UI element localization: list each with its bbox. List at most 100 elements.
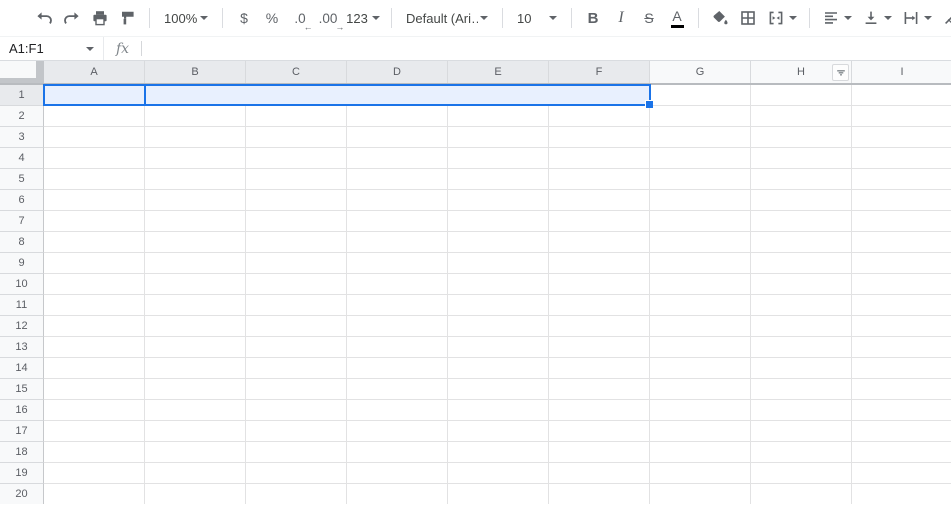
cell-A20[interactable]: [44, 484, 145, 504]
cell-G13[interactable]: [650, 337, 751, 358]
cell-E5[interactable]: [448, 169, 549, 190]
cell-D16[interactable]: [347, 400, 448, 421]
cell-G2[interactable]: [650, 106, 751, 127]
cell-H19[interactable]: [751, 463, 852, 484]
cell-G9[interactable]: [650, 253, 751, 274]
cell-C20[interactable]: [246, 484, 347, 504]
cell-E3[interactable]: [448, 127, 549, 148]
cell-C13[interactable]: [246, 337, 347, 358]
cell-F11[interactable]: [549, 295, 650, 316]
column-dropdown-button[interactable]: [832, 64, 849, 81]
cell-A4[interactable]: [44, 148, 145, 169]
text-wrap-button[interactable]: [897, 4, 937, 32]
row-header-14[interactable]: 14: [0, 358, 44, 379]
cell-F17[interactable]: [549, 421, 650, 442]
print-button[interactable]: [86, 4, 114, 32]
cell-G15[interactable]: [650, 379, 751, 400]
cell-H1[interactable]: [751, 85, 852, 106]
cell-C19[interactable]: [246, 463, 347, 484]
cell-A19[interactable]: [44, 463, 145, 484]
fill-color-button[interactable]: [706, 4, 734, 32]
row-header-8[interactable]: 8: [0, 232, 44, 253]
cell-H15[interactable]: [751, 379, 852, 400]
cell-H16[interactable]: [751, 400, 852, 421]
cell-I14[interactable]: [852, 358, 951, 379]
cell-F10[interactable]: [549, 274, 650, 295]
cell-C7[interactable]: [246, 211, 347, 232]
cell-B5[interactable]: [145, 169, 246, 190]
cell-G8[interactable]: [650, 232, 751, 253]
cell-D20[interactable]: [347, 484, 448, 504]
cell-H10[interactable]: [751, 274, 852, 295]
cell-H2[interactable]: [751, 106, 852, 127]
cell-A9[interactable]: [44, 253, 145, 274]
cell-I8[interactable]: [852, 232, 951, 253]
cell-B17[interactable]: [145, 421, 246, 442]
cell-I11[interactable]: [852, 295, 951, 316]
cell-E17[interactable]: [448, 421, 549, 442]
cell-A2[interactable]: [44, 106, 145, 127]
cell-H3[interactable]: [751, 127, 852, 148]
select-all-corner[interactable]: [0, 61, 44, 83]
row-header-16[interactable]: 16: [0, 400, 44, 421]
cell-H6[interactable]: [751, 190, 852, 211]
cell-G4[interactable]: [650, 148, 751, 169]
cell-G1[interactable]: [650, 85, 751, 106]
cell-G10[interactable]: [650, 274, 751, 295]
cell-B12[interactable]: [145, 316, 246, 337]
cell-B7[interactable]: [145, 211, 246, 232]
column-header-I[interactable]: I: [852, 61, 951, 83]
decrease-decimal-button[interactable]: .0 ←: [286, 4, 314, 32]
format-currency-button[interactable]: $: [230, 4, 258, 32]
undo-button[interactable]: [30, 4, 58, 32]
cell-G5[interactable]: [650, 169, 751, 190]
cell-A13[interactable]: [44, 337, 145, 358]
cell-B2[interactable]: [145, 106, 246, 127]
cell-I3[interactable]: [852, 127, 951, 148]
cell-C16[interactable]: [246, 400, 347, 421]
cell-G14[interactable]: [650, 358, 751, 379]
cell-G3[interactable]: [650, 127, 751, 148]
row-header-9[interactable]: 9: [0, 253, 44, 274]
horizontal-align-button[interactable]: [817, 4, 857, 32]
cell-I6[interactable]: [852, 190, 951, 211]
row-header-13[interactable]: 13: [0, 337, 44, 358]
cell-H18[interactable]: [751, 442, 852, 463]
font-select[interactable]: Default (Ari…: [399, 4, 495, 32]
cell-D10[interactable]: [347, 274, 448, 295]
zoom-select[interactable]: 100%: [157, 4, 215, 32]
row-header-5[interactable]: 5: [0, 169, 44, 190]
cell-B15[interactable]: [145, 379, 246, 400]
cell-D9[interactable]: [347, 253, 448, 274]
cell-G7[interactable]: [650, 211, 751, 232]
cell-C4[interactable]: [246, 148, 347, 169]
cell-C2[interactable]: [246, 106, 347, 127]
cell-D8[interactable]: [347, 232, 448, 253]
cell-B14[interactable]: [145, 358, 246, 379]
cell-D14[interactable]: [347, 358, 448, 379]
cell-A3[interactable]: [44, 127, 145, 148]
cell-F19[interactable]: [549, 463, 650, 484]
row-header-2[interactable]: 2: [0, 106, 44, 127]
cell-A5[interactable]: [44, 169, 145, 190]
cell-H17[interactable]: [751, 421, 852, 442]
cell-A14[interactable]: [44, 358, 145, 379]
cell-H14[interactable]: [751, 358, 852, 379]
cell-D13[interactable]: [347, 337, 448, 358]
cell-E13[interactable]: [448, 337, 549, 358]
cell-I20[interactable]: [852, 484, 951, 504]
row-header-17[interactable]: 17: [0, 421, 44, 442]
cell-B10[interactable]: [145, 274, 246, 295]
row-header-7[interactable]: 7: [0, 211, 44, 232]
cell-A12[interactable]: [44, 316, 145, 337]
cell-H9[interactable]: [751, 253, 852, 274]
cell-C10[interactable]: [246, 274, 347, 295]
cell-B8[interactable]: [145, 232, 246, 253]
cell-B20[interactable]: [145, 484, 246, 504]
text-rotation-button[interactable]: [937, 4, 951, 32]
borders-button[interactable]: [734, 4, 762, 32]
cell-I1[interactable]: [852, 85, 951, 106]
cell-B13[interactable]: [145, 337, 246, 358]
cell-C6[interactable]: [246, 190, 347, 211]
cell-C12[interactable]: [246, 316, 347, 337]
